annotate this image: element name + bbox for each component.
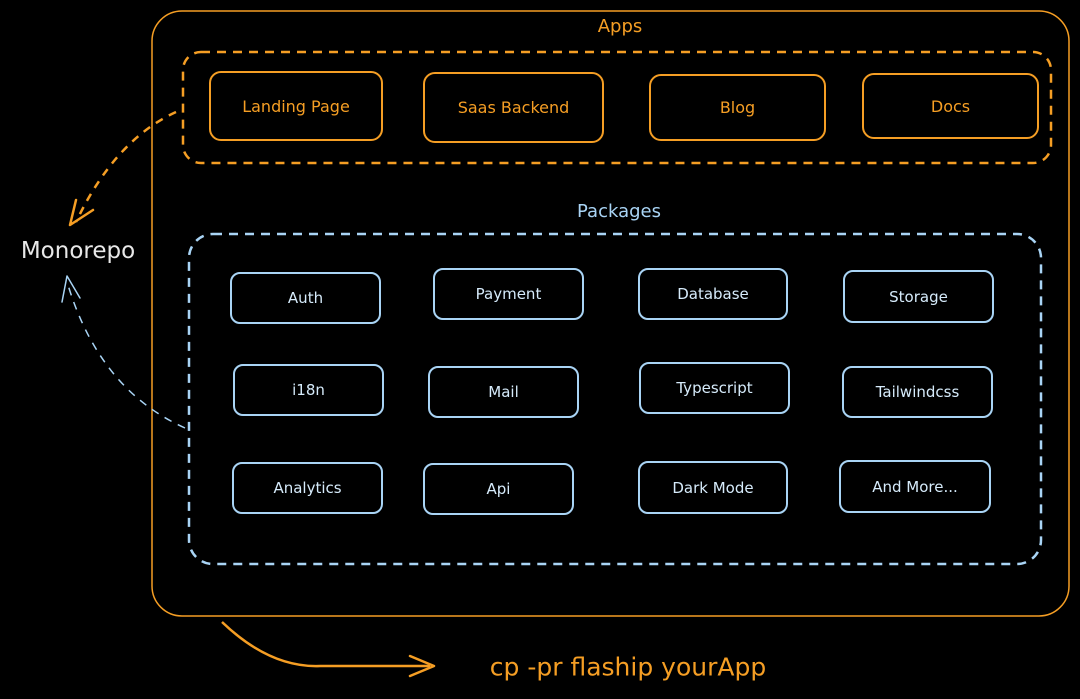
package-label: Analytics bbox=[273, 479, 342, 497]
app-box-landing-page[interactable]: Landing Page bbox=[209, 71, 383, 141]
monorepo-label: Monorepo bbox=[20, 238, 136, 264]
app-label: Saas Backend bbox=[457, 98, 570, 117]
package-label: Mail bbox=[488, 383, 519, 401]
apps-title: Apps bbox=[597, 16, 643, 37]
package-box-payment[interactable]: Payment bbox=[433, 268, 584, 320]
app-label: Docs bbox=[930, 96, 971, 116]
package-label: And More... bbox=[872, 477, 958, 496]
package-box-typescript[interactable]: Typescript bbox=[639, 362, 790, 414]
app-label: Landing Page bbox=[242, 96, 350, 116]
package-label: Tailwindcss bbox=[875, 383, 960, 401]
package-label: Dark Mode bbox=[672, 478, 754, 497]
app-box-saas-backend[interactable]: Saas Backend bbox=[423, 72, 604, 143]
package-label: Database bbox=[677, 285, 749, 303]
package-box-and-more[interactable]: And More... bbox=[839, 460, 991, 513]
package-box-dark-mode[interactable]: Dark Mode bbox=[638, 461, 788, 514]
package-box-tailwindcss[interactable]: Tailwindcss bbox=[842, 366, 993, 418]
packages-title: Packages bbox=[577, 201, 661, 222]
app-box-blog[interactable]: Blog bbox=[649, 74, 826, 141]
package-label: Storage bbox=[889, 287, 948, 306]
command-label: cp -pr flaship yourApp bbox=[489, 652, 767, 682]
package-label: Typescript bbox=[676, 379, 753, 397]
command-arrow bbox=[221, 621, 430, 668]
package-box-i18n[interactable]: i18n bbox=[233, 364, 384, 416]
package-label: i18n bbox=[292, 381, 325, 399]
package-box-auth[interactable]: Auth bbox=[230, 272, 381, 324]
package-box-database[interactable]: Database bbox=[638, 268, 788, 320]
package-box-storage[interactable]: Storage bbox=[843, 270, 994, 323]
package-box-analytics[interactable]: Analytics bbox=[232, 462, 383, 514]
package-box-mail[interactable]: Mail bbox=[428, 366, 579, 418]
packages-to-monorepo-arrow bbox=[67, 284, 186, 429]
package-label: Auth bbox=[287, 289, 324, 307]
apps-to-monorepo-arrow bbox=[74, 110, 177, 223]
app-label: Blog bbox=[719, 98, 756, 117]
app-box-docs[interactable]: Docs bbox=[862, 73, 1039, 139]
package-box-api[interactable]: Api bbox=[423, 463, 574, 515]
packages-arrowhead-icon bbox=[61, 275, 81, 303]
package-label: Payment bbox=[475, 285, 542, 303]
package-label: Api bbox=[486, 480, 511, 498]
